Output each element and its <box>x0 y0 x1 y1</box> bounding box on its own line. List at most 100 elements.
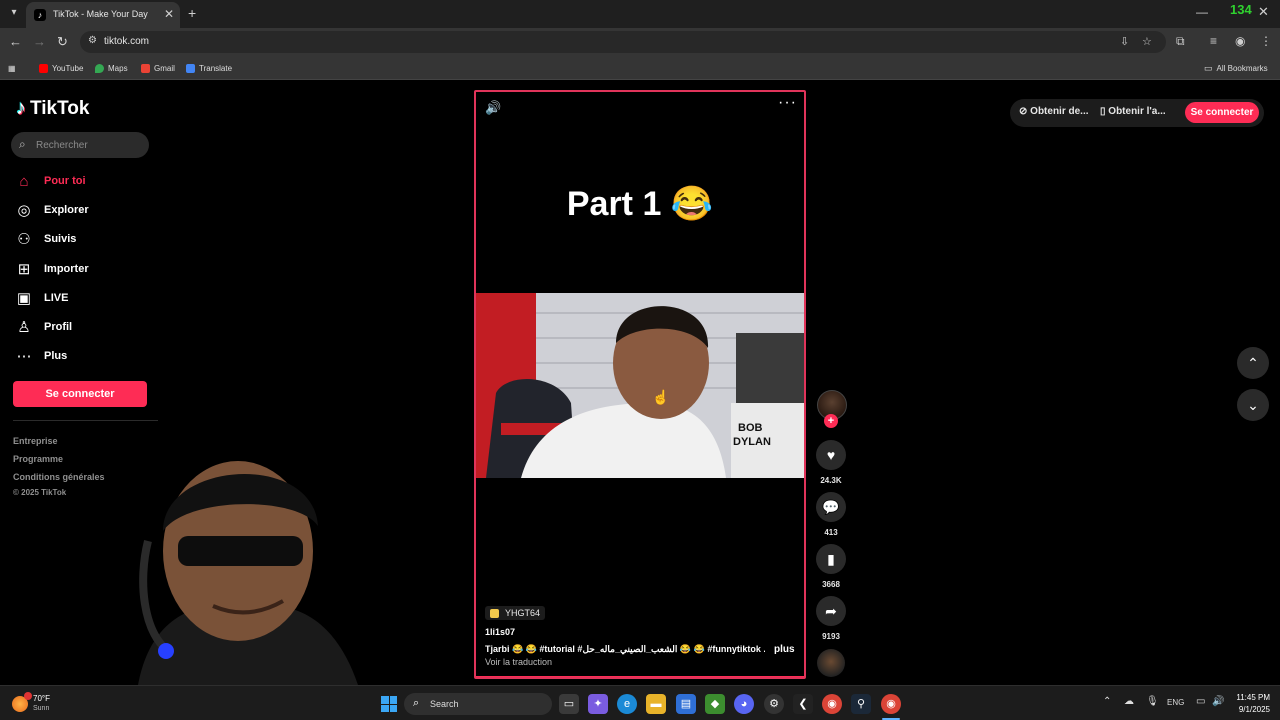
minimize-button[interactable]: — <box>1196 5 1208 19</box>
bookmark-label: Maps <box>108 63 128 73</box>
bookmark-youtube[interactable]: YouTube <box>39 61 83 75</box>
discord-icon[interactable]: ◕ <box>734 694 754 714</box>
tiktok-page: ♪ TikTok ⌕ ⌂ Pour toi ◎ Explorer ⚇ Suivi… <box>0 81 1280 685</box>
speaker-icon[interactable]: 🔊 <box>1212 696 1224 707</box>
browser-menu-icon[interactable]: ⋮ <box>1260 34 1272 48</box>
onedrive-cloud-icon[interactable]: ☁ <box>1124 696 1134 707</box>
bookmark-label: Gmail <box>154 63 175 73</box>
nav-following[interactable]: ⚇ Suivis <box>16 228 156 250</box>
caption-more-button[interactable]: plus <box>774 644 795 655</box>
gmail-icon <box>141 63 150 73</box>
tab-close-icon[interactable]: ✕ <box>164 7 174 21</box>
home-icon: ⌂ <box>19 172 29 190</box>
chrome-icon[interactable]: ◉ <box>822 694 842 714</box>
nav-live[interactable]: ▣ LIVE <box>16 287 156 309</box>
copilot-icon[interactable]: ✦ <box>588 694 608 714</box>
new-tab-button[interactable]: + <box>188 5 196 21</box>
search-box[interactable]: ⌕ <box>11 132 149 158</box>
nav-profile[interactable]: ♙ Profil <box>16 316 156 338</box>
steam-icon[interactable]: ⚲ <box>851 694 871 714</box>
browser-tab[interactable]: ♪ TikTok - Make Your Day ✕ <box>26 2 180 28</box>
phone-icon: ▯ <box>1100 106 1106 117</box>
address-bar[interactable]: ⚙ tiktok.com ⇩ ☆ <box>80 31 1166 53</box>
live-icon: ▣ <box>16 290 32 307</box>
folder-icon: ▭ <box>1204 62 1213 73</box>
video-player[interactable]: 🔊 ··· Part 1 😂 BOB DYLAN ☝ YHGT64 1li1s0… <box>474 90 806 679</box>
nav-explore[interactable]: ◎ Explorer <box>16 199 156 221</box>
sidebar-divider <box>13 420 158 421</box>
previous-video-button[interactable]: ⌃ <box>1237 347 1269 379</box>
nav-upload[interactable]: ⊞ Importer <box>16 258 156 280</box>
nav-more[interactable]: ⋯ Plus <box>16 345 156 367</box>
extensions-icon[interactable]: ⧉ <box>1176 34 1185 49</box>
microphone-icon[interactable]: 🎙 <box>1146 696 1159 707</box>
settings-gear-icon[interactable]: ⚙ <box>764 694 784 714</box>
get-coins-button[interactable]: ⊘ Obtenir de... <box>1019 106 1089 117</box>
language-indicator[interactable]: ENG <box>1167 698 1184 707</box>
tiktok-logo[interactable]: ♪ TikTok <box>16 97 89 120</box>
more-options-icon[interactable]: ··· <box>778 94 797 112</box>
video-progress-bar[interactable] <box>476 676 804 677</box>
search-input[interactable] <box>36 136 144 154</box>
nav-label: Pour toi <box>44 175 86 187</box>
author-badge[interactable]: YHGT64 <box>485 606 546 620</box>
edge-icon[interactable]: e <box>617 694 637 714</box>
chrome-active-icon[interactable]: ◉ <box>881 694 901 714</box>
bookmark-maps[interactable]: Maps <box>95 61 128 75</box>
music-disc-icon[interactable] <box>817 649 845 677</box>
compass-icon: ◎ <box>17 202 31 219</box>
nav-label: Suivis <box>44 233 77 245</box>
task-view-icon[interactable]: ▭ <box>559 694 579 714</box>
profile-avatar-icon[interactable]: ◉ <box>1235 34 1245 48</box>
search-icon: ⌕ <box>19 137 26 151</box>
taskbar-search-label: Search <box>430 699 459 709</box>
footer-link-company[interactable]: Entreprise <box>13 436 58 446</box>
site-info-icon[interactable]: ⚙ <box>88 35 97 46</box>
see-translation-link[interactable]: Voir la traduction <box>485 657 552 667</box>
start-button[interactable] <box>381 696 397 712</box>
tab-search-button[interactable]: ▾ <box>6 5 22 21</box>
network-icon[interactable]: ▭ <box>1196 696 1205 707</box>
bookmark-gmail[interactable]: Gmail <box>141 61 175 75</box>
store-icon[interactable]: ▤ <box>676 694 696 714</box>
like-button[interactable]: ♥ <box>816 440 846 470</box>
app-icon[interactable]: ❮ <box>793 694 813 714</box>
clock-date[interactable]: 9/1/2025 <box>1232 705 1270 714</box>
taskbar-search[interactable]: ⌕ Search <box>404 693 552 715</box>
nvidia-icon[interactable]: ◆ <box>705 694 725 714</box>
next-video-button[interactable]: ⌄ <box>1237 389 1269 421</box>
nav-label: LIVE <box>44 292 69 304</box>
maps-icon <box>95 63 104 73</box>
like-count: 24.3K <box>820 476 842 485</box>
forward-button[interactable]: → <box>33 34 46 49</box>
share-button[interactable]: ➦ <box>816 596 846 626</box>
nav-for-you[interactable]: ⌂ Pour toi <box>16 170 156 192</box>
author-handle[interactable]: 1li1s07 <box>485 627 515 637</box>
footer-link-program[interactable]: Programme <box>13 454 63 464</box>
media-controls-icon[interactable]: ≡ <box>1210 34 1217 48</box>
footer-link-terms[interactable]: Conditions générales <box>13 472 105 482</box>
badge-icon <box>490 608 499 618</box>
clock-time[interactable]: 11:45 PM <box>1232 693 1270 702</box>
svg-text:DYLAN: DYLAN <box>733 436 771 448</box>
comment-button[interactable]: 💬 <box>816 492 846 522</box>
tray-overflow-icon[interactable]: ⌃ <box>1103 696 1111 707</box>
file-explorer-icon[interactable]: ▬ <box>646 694 666 714</box>
bookmark-star-icon[interactable]: ☆ <box>1142 35 1152 48</box>
back-button[interactable]: ← <box>9 34 22 49</box>
top-login-button[interactable]: Se connecter <box>1185 102 1259 123</box>
bookmark-button[interactable]: ▮ <box>816 544 846 574</box>
apps-grid-icon[interactable]: ▦ <box>8 61 16 75</box>
window-close-button[interactable]: ✕ <box>1258 4 1269 20</box>
reload-button[interactable]: ↻ <box>57 34 68 50</box>
all-bookmarks-button[interactable]: ▭ All Bookmarks <box>1204 61 1268 75</box>
nav-label: Explorer <box>44 204 89 216</box>
login-button[interactable]: Se connecter <box>13 381 147 407</box>
bookmark-translate[interactable]: Translate <box>186 61 232 75</box>
install-app-icon[interactable]: ⇩ <box>1120 35 1129 48</box>
get-app-label: Obtenir l'a... <box>1108 106 1166 117</box>
volume-icon[interactable]: 🔊 <box>485 100 501 116</box>
upload-icon: ⊞ <box>17 261 31 278</box>
get-app-button[interactable]: ▯ Obtenir l'a... <box>1100 106 1166 117</box>
follow-plus-icon[interactable]: + <box>824 414 838 428</box>
